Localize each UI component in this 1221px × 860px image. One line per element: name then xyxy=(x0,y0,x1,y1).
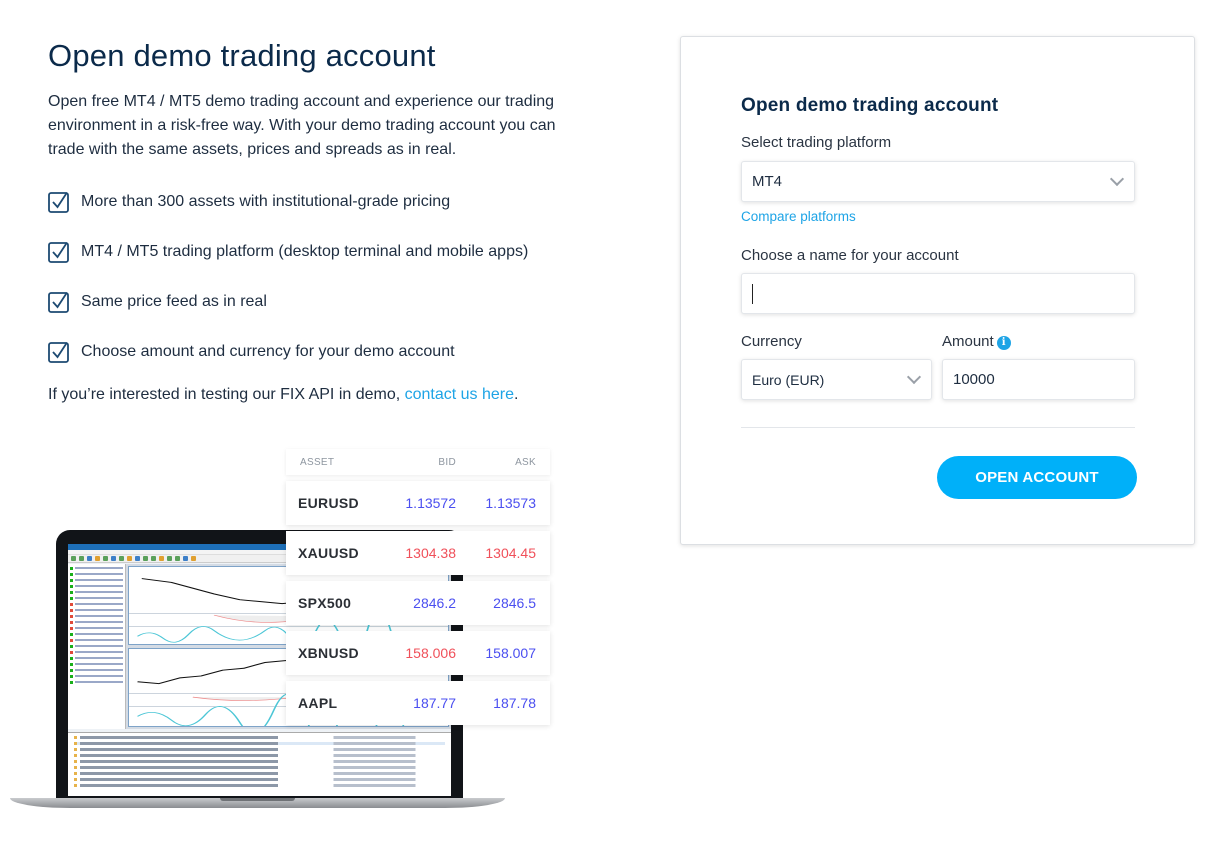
currency-value: Euro (EUR) xyxy=(752,371,825,388)
account-name-input[interactable] xyxy=(741,273,1135,314)
amount-label-wrap: Amount i xyxy=(942,333,1011,350)
info-icon[interactable]: i xyxy=(996,335,1011,350)
intro-paragraph: Open free MT4 / MT5 demo trading account… xyxy=(48,93,556,158)
quote-ask: 1304.45 xyxy=(485,545,536,561)
text-cursor xyxy=(752,283,753,304)
quote-row: AAPL 187.77 187.78 xyxy=(286,681,550,725)
quote-ask: 187.78 xyxy=(493,695,536,711)
amount-input[interactable]: 10000 xyxy=(942,359,1135,400)
feature-item: Choose amount and currency for your demo… xyxy=(48,340,608,364)
quote-bid: 158.006 xyxy=(405,645,456,661)
feature-item: MT4 / MT5 trading platform (desktop term… xyxy=(48,240,608,264)
checkbox-checked-icon xyxy=(48,192,69,213)
compare-platforms-link[interactable]: Compare platforms xyxy=(741,209,856,224)
platform-select[interactable]: MT4 xyxy=(741,161,1135,202)
amount-label: Amount xyxy=(942,333,994,350)
feature-item: More than 300 assets with institutional-… xyxy=(48,190,608,214)
checkbox-checked-icon xyxy=(48,342,69,363)
quote-ask: 2846.5 xyxy=(493,595,536,611)
page-title: Open demo trading account xyxy=(48,38,436,73)
feature-text: Same price feed as in real xyxy=(81,293,267,310)
open-account-button[interactable]: OPEN ACCOUNT xyxy=(937,456,1137,499)
contact-us-link[interactable]: contact us here xyxy=(405,386,514,403)
quote-bid: 187.77 xyxy=(413,695,456,711)
fix-api-suffix: . xyxy=(514,386,519,403)
quote-row: EURUSD 1.13572 1.13573 xyxy=(286,481,550,525)
quote-row: XBNUSD 158.006 158.007 xyxy=(286,631,550,675)
intro-section: Open demo trading account Open free MT4 … xyxy=(48,36,608,404)
platform-label: Select trading platform xyxy=(741,134,892,151)
header-ask: ASK xyxy=(515,456,536,468)
laptop-notch xyxy=(220,798,295,801)
mt-articles-panel xyxy=(68,732,451,796)
quote-asset: EURUSD xyxy=(298,495,359,511)
currency-label: Currency xyxy=(741,333,802,350)
amount-value: 10000 xyxy=(953,371,995,388)
quote-row: XAUUSD 1304.38 1304.45 xyxy=(286,531,550,575)
checkbox-checked-icon xyxy=(48,292,69,313)
quotes-header: ASSET BID ASK xyxy=(286,449,550,475)
feature-text: MT4 / MT5 trading platform (desktop term… xyxy=(81,243,529,260)
quote-ask: 158.007 xyxy=(485,645,536,661)
quote-asset: XAUUSD xyxy=(298,545,359,561)
feature-item: Same price feed as in real xyxy=(48,290,608,314)
currency-select[interactable]: Euro (EUR) xyxy=(741,359,932,400)
form-title: Open demo trading account xyxy=(741,95,999,116)
checkbox-checked-icon xyxy=(48,242,69,263)
mt-market-watch xyxy=(68,564,126,729)
feature-text: More than 300 assets with institutional-… xyxy=(81,193,451,210)
quote-row: SPX500 2846.2 2846.5 xyxy=(286,581,550,625)
fix-api-note: If you’re interested in testing our FIX … xyxy=(48,386,608,404)
form-divider xyxy=(741,427,1135,428)
quote-asset: SPX500 xyxy=(298,595,352,611)
account-name-label: Choose a name for your account xyxy=(741,247,959,264)
platform-value: MT4 xyxy=(752,173,782,190)
quote-asset: XBNUSD xyxy=(298,645,359,661)
feature-list: More than 300 assets with institutional-… xyxy=(48,190,608,364)
chevron-down-icon xyxy=(906,369,922,384)
quote-bid: 2846.2 xyxy=(413,595,456,611)
chevron-down-icon xyxy=(1109,171,1125,186)
header-asset: ASSET xyxy=(300,456,335,468)
quotes-table: ASSET BID ASK EURUSD 1.13572 1.13573 XAU… xyxy=(286,449,550,725)
fix-api-text: If you’re interested in testing our FIX … xyxy=(48,386,405,403)
quote-bid: 1304.38 xyxy=(405,545,456,561)
quote-bid: 1.13572 xyxy=(405,495,456,511)
quote-asset: AAPL xyxy=(298,695,338,711)
header-bid: BID xyxy=(438,456,456,468)
demo-account-form: Open demo trading account Select trading… xyxy=(680,36,1195,545)
feature-text: Choose amount and currency for your demo… xyxy=(81,343,455,360)
quote-ask: 1.13573 xyxy=(485,495,536,511)
